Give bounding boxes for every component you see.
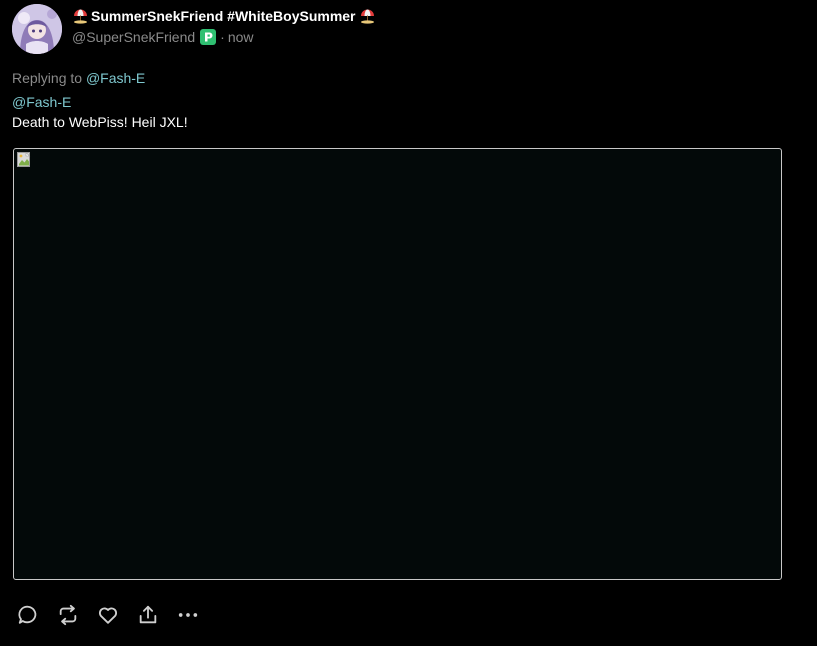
display-name[interactable]: SummerSnekFriend #WhiteBoySummer — [72, 7, 376, 24]
replying-to: Replying to @Fash-E — [12, 70, 145, 86]
platform-badge-icon — [200, 29, 217, 45]
share-button[interactable] — [136, 603, 160, 627]
repost-button[interactable] — [56, 603, 80, 627]
timestamp[interactable]: now — [228, 29, 254, 45]
more-icon — [178, 613, 198, 617]
mention-link[interactable]: @Fash-E — [12, 94, 71, 110]
handle[interactable]: @SuperSnekFriend — [72, 29, 195, 45]
post-body-text: Death to WebPiss! Heil JXL! — [12, 114, 188, 130]
like-button[interactable] — [96, 603, 120, 627]
replying-to-link[interactable]: @Fash-E — [86, 70, 145, 86]
share-icon — [139, 605, 157, 624]
timestamp-separator: · — [220, 29, 225, 45]
repost-icon — [59, 604, 77, 626]
display-name-text: SummerSnekFriend #WhiteBoySummer — [91, 7, 356, 24]
post: SummerSnekFriend #WhiteBoySummer @SuperS… — [0, 0, 817, 646]
like-icon — [98, 607, 118, 624]
beach-umbrella-icon — [359, 7, 376, 24]
handle-row: @SuperSnekFriend · now — [72, 29, 254, 45]
avatar-image — [12, 4, 62, 54]
media-image[interactable] — [13, 148, 782, 580]
broken-image-icon — [17, 151, 33, 168]
reply-icon — [18, 605, 37, 624]
reply-button[interactable] — [16, 603, 40, 627]
avatar[interactable] — [12, 4, 62, 54]
beach-umbrella-icon — [72, 7, 89, 24]
replying-to-label: Replying to — [12, 70, 83, 86]
action-bar — [16, 603, 216, 627]
more-options-button[interactable] — [176, 603, 200, 627]
